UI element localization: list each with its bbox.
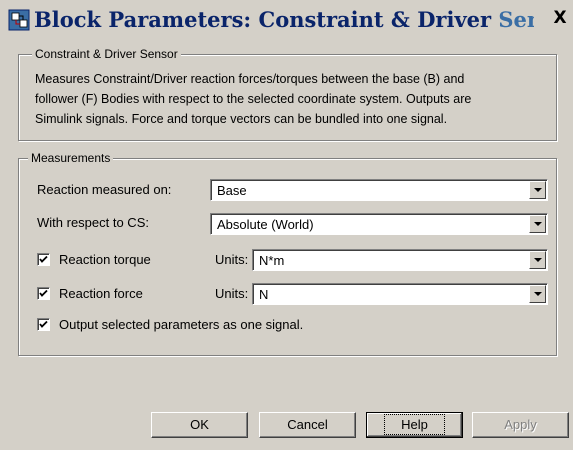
help-button-label: Help: [384, 414, 445, 435]
close-button[interactable]: X: [550, 8, 570, 28]
reaction-measured-on-label: Reaction measured on:: [37, 182, 172, 197]
help-button[interactable]: Help: [366, 412, 463, 438]
chevron-down-icon[interactable]: [529, 181, 546, 199]
cancel-button[interactable]: Cancel: [259, 412, 356, 438]
apply-button: Apply: [472, 412, 569, 438]
reaction-force-label[interactable]: Reaction force: [59, 286, 143, 302]
window-title: Block Parameters: Constraint & Driver Se…: [34, 5, 534, 35]
output-one-signal-checkbox[interactable]: [37, 318, 50, 331]
cancel-button-label: Cancel: [287, 417, 328, 432]
force-units-label: Units:: [215, 286, 249, 301]
reaction-measured-on-value: Base: [217, 183, 247, 198]
ok-button-label: OK: [190, 417, 209, 432]
reaction-torque-checkbox[interactable]: [37, 253, 50, 266]
reaction-measured-on-select[interactable]: Base: [210, 179, 548, 201]
close-icon: X: [553, 8, 567, 28]
with-respect-to-value: Absolute (World): [217, 217, 314, 232]
reaction-force-checkbox[interactable]: [37, 287, 50, 300]
description-line: Simulink signals. Force and torque vecto…: [35, 112, 448, 126]
simulink-block-icon: [8, 9, 30, 31]
ok-button[interactable]: OK: [151, 412, 248, 438]
torque-units-value: N*m: [259, 253, 285, 268]
description-group-legend: Constraint & Driver Sensor: [32, 47, 181, 61]
checkmark-icon: [39, 320, 48, 328]
measurements-group-legend: Measurements: [28, 151, 114, 165]
chevron-down-icon[interactable]: [529, 251, 546, 269]
torque-units-select[interactable]: N*m: [252, 249, 548, 271]
dialog-window: Block Parameters: Constraint & Driver Se…: [0, 0, 573, 450]
checkmark-icon: [39, 289, 48, 297]
force-units-select[interactable]: N: [252, 283, 548, 305]
with-respect-to-select[interactable]: Absolute (World): [210, 213, 548, 235]
force-units-value: N: [259, 287, 269, 302]
output-one-signal-label[interactable]: Output selected parameters as one signal…: [59, 317, 303, 333]
torque-units-label: Units:: [215, 252, 249, 267]
reaction-torque-label[interactable]: Reaction torque: [59, 252, 151, 268]
chevron-down-icon[interactable]: [529, 215, 546, 233]
apply-button-label: Apply: [504, 417, 537, 432]
window-title-tail: Sensor: [498, 7, 534, 32]
block-description: Measures Constraint/Driver reaction forc…: [35, 69, 555, 129]
title-bar[interactable]: Block Parameters: Constraint & Driver Se…: [0, 0, 573, 40]
description-line: follower (F) Bodies with respect to the …: [35, 92, 472, 106]
with-respect-to-label: With respect to CS:: [37, 215, 149, 230]
chevron-down-icon[interactable]: [529, 285, 546, 303]
checkmark-icon: [39, 255, 48, 263]
description-line: Measures Constraint/Driver reaction forc…: [35, 72, 465, 86]
window-title-main: Block Parameters: Constraint & Driver: [34, 7, 499, 32]
